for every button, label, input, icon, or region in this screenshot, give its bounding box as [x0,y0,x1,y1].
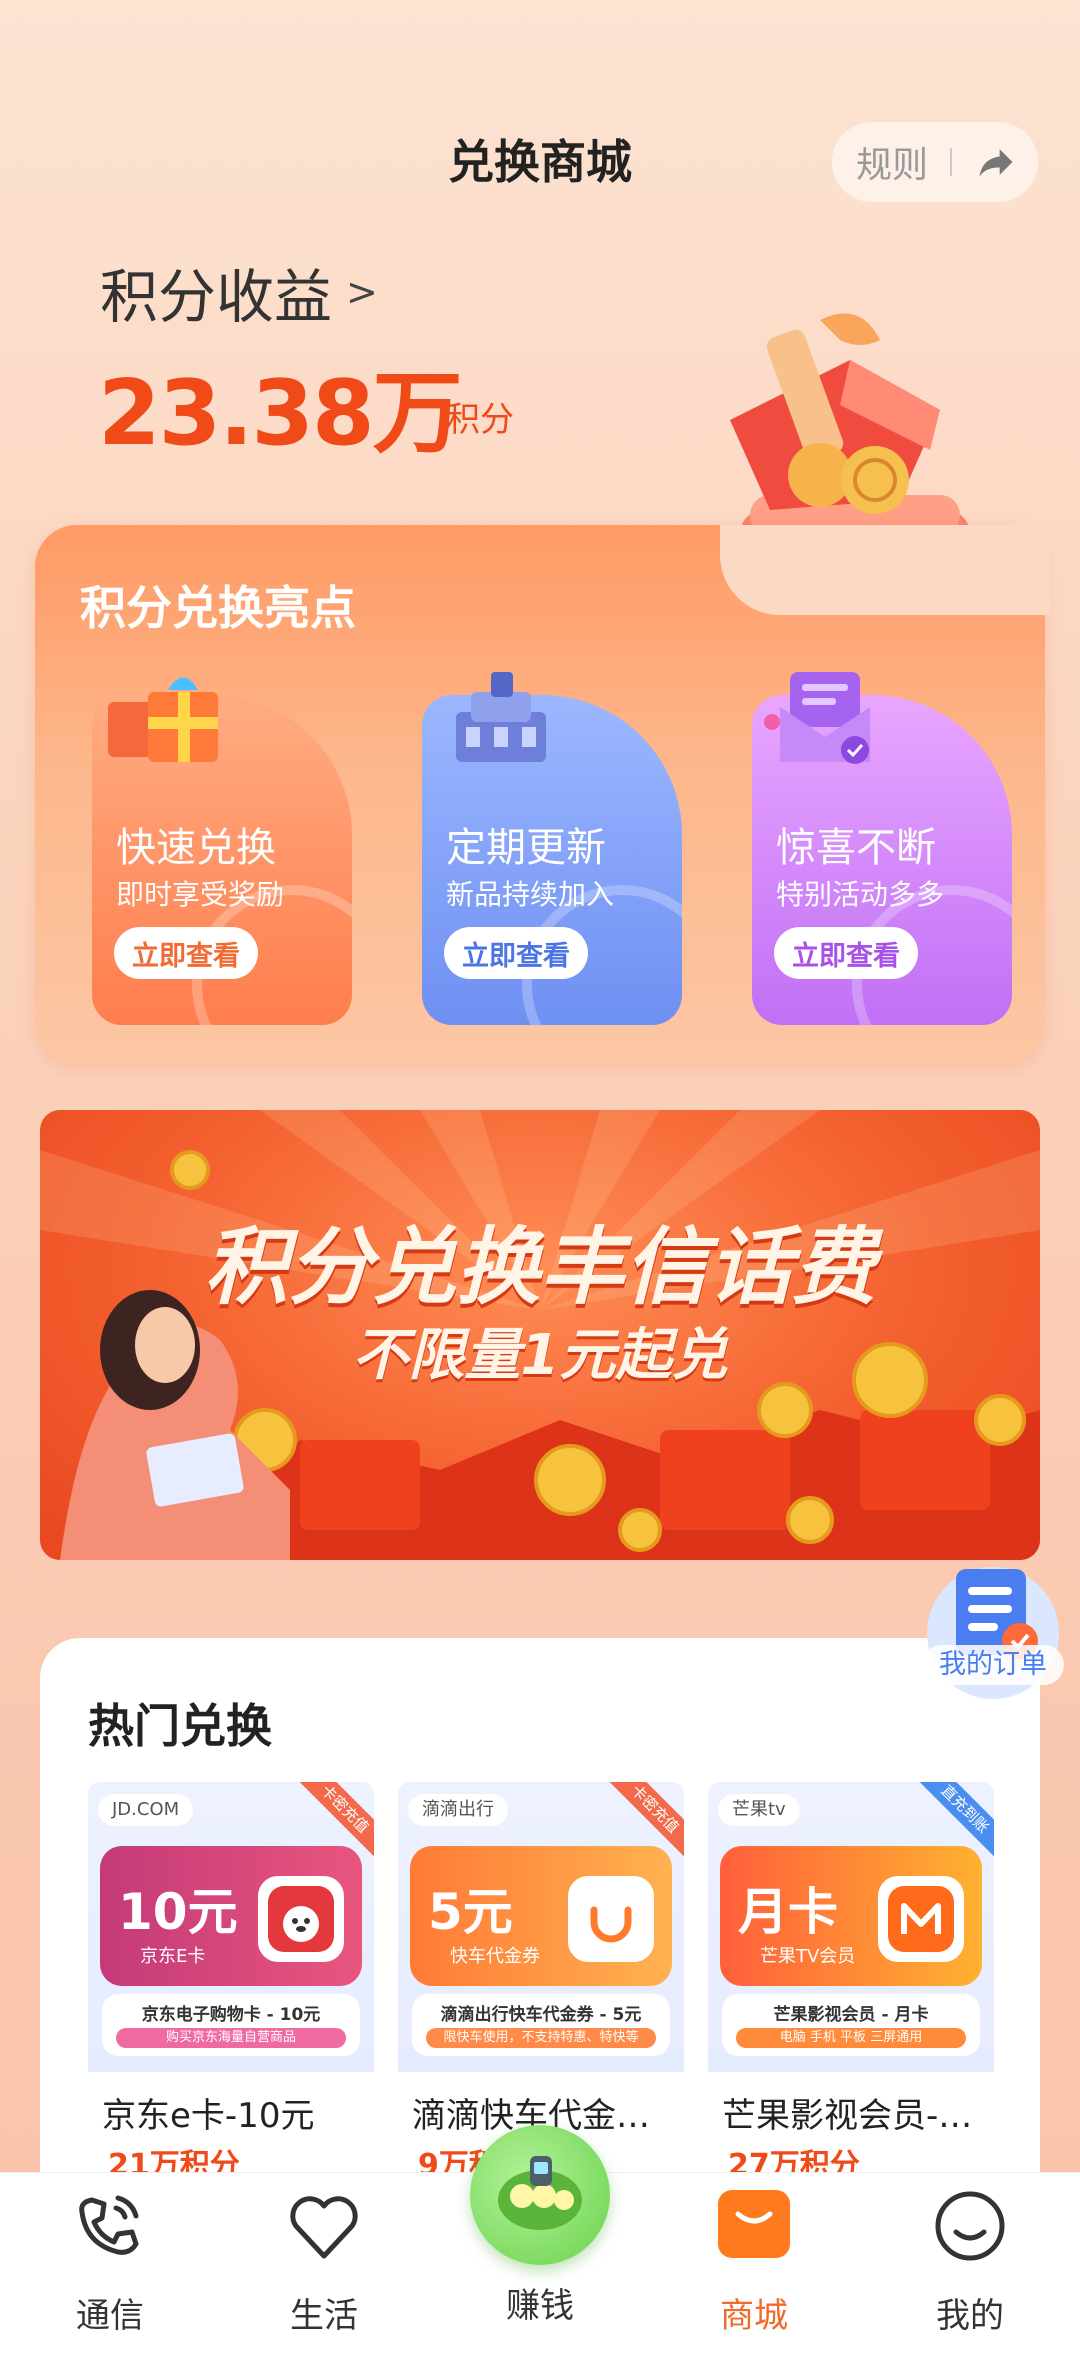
product-strip: 京东电子购物卡 - 10元 购买京东海量自营商品 [102,1994,360,2056]
chevron-right-icon: > [346,270,378,314]
banner-subline: 不限量1元起兑 [352,1323,728,1388]
smiley-icon [935,2191,1005,2261]
product-strip: 芒果影视会员 - 月卡 电脑 手机 平板 三屏通用 [722,1994,980,2056]
didi-logo-icon [568,1876,654,1962]
strip-title: 芒果影视会员 - 月卡 [773,2005,929,2025]
rules-share-pill[interactable]: 规则 [832,122,1038,202]
nav-tab-earn[interactable]: 赚钱 [460,2178,620,2348]
product-card-mangotv[interactable]: 芒果tv 直充到账 月卡 芒果TV会员 芒果影视会员 - 月卡 电脑 手机 平板… [708,1782,994,2182]
shopping-bag-icon [718,2190,790,2258]
points-income-link[interactable]: 积分收益 > [100,250,378,334]
nav-tab-telecom[interactable]: 通信 [30,2178,190,2348]
envelope-icon [764,672,870,764]
brand-badge: 滴滴出行 [408,1794,508,1826]
highlight-subtitle: 新品持续加入 [446,878,615,911]
strip-note: 购买京东海量自营商品 [116,2028,346,2048]
nav-tab-mine[interactable]: 我的 [890,2178,1050,2348]
highlight-title: 惊喜不断 [776,825,936,871]
heart-icon [290,2196,358,2259]
strip-title: 滴滴出行快车代金券 - 5元 [440,2005,642,2025]
tile-caption: 快车代金券 [450,1946,540,1967]
divider [950,148,953,176]
share-icon[interactable] [974,140,1018,184]
highlight-subtitle: 特别活动多多 [776,878,945,911]
my-orders-label: 我的订单 [922,1645,1064,1685]
product-card-didi[interactable]: 滴滴出行 卡密充值 5元 快车代金券 滴滴出行快车代金券 - 5元 限快车使用，… [398,1782,684,2182]
highlight-subtitle: 即时享受奖励 [116,878,285,911]
tile-amount: 5元 [428,1883,513,1941]
gift-icon [108,677,218,762]
my-orders-fab[interactable]: 我的订单 [918,1555,1068,1705]
product-name: 芒果影视会员-月卡 [722,2096,990,2136]
highlights-title: 积分兑换亮点 [80,581,356,635]
jd-logo-icon [258,1876,344,1962]
view-now-button[interactable]: 立即查看 [444,927,588,979]
mall-building-icon [456,672,546,762]
banner-headline: 积分兑换丰信话费 [203,1218,876,1316]
points-value: 23.38万 [98,361,463,466]
nav-label: 商城 [720,2296,788,2336]
strip-note: 电脑 手机 平板 三屏通用 [736,2028,966,2048]
phone-icon [79,2195,139,2255]
product-name: 京东e卡-10元 [102,2096,315,2136]
tile-caption: 芒果TV会员 [760,1946,856,1967]
tile-amount: 10元 [118,1883,238,1941]
brand-badge: 芒果tv [718,1794,800,1826]
nav-label: 我的 [936,2296,1004,2336]
highlights-card-notch [720,525,1050,615]
product-tile: 5元 快车代金券 [410,1846,672,1986]
nav-tab-life[interactable]: 生活 [244,2178,404,2348]
highlight-title: 快速兑换 [116,825,276,871]
nav-label: 赚钱 [506,2286,574,2326]
hot-exchange-title: 热门兑换 [88,1699,272,1753]
rules-button[interactable]: 规则 [856,136,928,188]
highlight-title: 定期更新 [446,825,606,871]
product-tile: 月卡 芒果TV会员 [720,1846,982,1986]
points-unit: 积分 [446,400,514,440]
strip-title: 京东电子购物卡 - 10元 [141,2005,321,2025]
tile-caption: 京东E卡 [140,1946,206,1967]
brand-badge: JD.COM [98,1794,194,1826]
nav-label: 通信 [76,2296,144,2336]
promo-banner[interactable]: 积分兑换丰信话费 不限量1元起兑 [40,1110,1040,1560]
view-now-button[interactable]: 立即查看 [774,927,918,979]
product-strip: 滴滴出行快车代金券 - 5元 限快车使用，不支持特惠、特快等 [412,1994,670,2056]
nav-label: 生活 [290,2296,358,2336]
points-income-label: 积分收益 [100,263,333,331]
mangotv-logo-icon [878,1876,964,1962]
strip-note: 限快车使用，不支持特惠、特快等 [426,2028,656,2048]
product-tile: 10元 京东E卡 [100,1846,362,1986]
view-now-button[interactable]: 立即查看 [114,927,258,979]
nav-tab-mall[interactable]: 商城 [674,2178,834,2348]
tile-amount: 月卡 [738,1883,838,1941]
product-card-jd[interactable]: JD.COM 卡密充值 10元 京东E卡 京东电子购物卡 - 10元 购买京东海… [88,1782,374,2182]
